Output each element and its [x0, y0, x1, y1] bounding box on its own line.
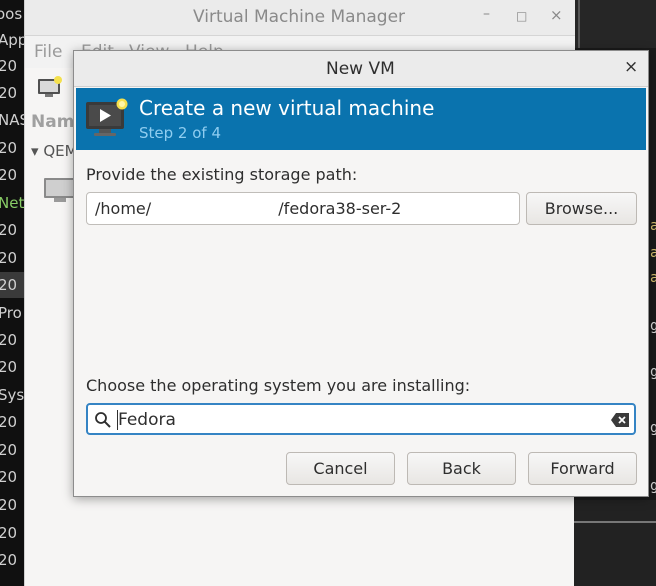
background-text-line: 20 — [0, 139, 18, 157]
background-text-line: 20 — [0, 468, 18, 486]
os-search-input[interactable]: Fedora — [86, 403, 636, 435]
background-text-line: oos — [0, 5, 23, 23]
connection-qemu[interactable]: ▾ QEM — [31, 142, 78, 160]
background-text-fragment: a — [650, 218, 656, 234]
background-text-line: 20 — [0, 496, 18, 514]
cancel-button[interactable]: Cancel — [286, 452, 395, 485]
banner-step: Step 2 of 4 — [139, 124, 222, 142]
background-right-footer — [574, 500, 656, 586]
vmm-title: Virtual Machine Manager — [193, 7, 406, 27]
background-text-line: Pro — [0, 304, 22, 322]
menu-file[interactable]: File — [34, 42, 62, 62]
background-text-line: 20 — [0, 249, 18, 267]
vmm-maximize-button[interactable]: □ — [516, 9, 527, 23]
new-vm-icon[interactable] — [37, 76, 63, 98]
background-text-line: 20 — [0, 524, 18, 542]
background-text-line: 20 — [0, 331, 18, 349]
background-text-line: App — [0, 31, 24, 49]
os-label: Choose the operating system you are inst… — [86, 376, 471, 395]
background-divider — [578, 0, 580, 48]
banner-title: Create a new virtual machine — [139, 96, 435, 120]
forward-button[interactable]: Forward — [528, 452, 637, 485]
vmm-titlebar: Virtual Machine Manager – □ × — [25, 0, 575, 36]
dialog-close-button[interactable]: × — [624, 57, 638, 77]
new-vm-dialog: New VM × Create a new virtual machine St… — [73, 50, 649, 497]
clear-icon[interactable] — [610, 412, 630, 428]
background-right-header — [574, 0, 656, 48]
background-text-line: 20 — [0, 84, 18, 102]
background-text-line: 20 — [0, 551, 18, 569]
background-text-line: 20 — [0, 57, 18, 75]
wizard-banner: Create a new virtual machine Step 2 of 4 — [76, 88, 646, 150]
vm-monitor-icon[interactable] — [43, 176, 77, 204]
storage-path-label: Provide the existing storage path: — [86, 165, 358, 184]
storage-path-input[interactable]: /home/ /fedora38-ser-2 — [86, 192, 520, 225]
search-icon — [95, 412, 111, 428]
background-text-line: 20 — [0, 441, 18, 459]
back-button[interactable]: Back — [407, 452, 516, 485]
background-text-line: Sys — [0, 386, 24, 404]
background-left-window: oos App 20 20 NAS 20 20 Net 20 20 20 Pro 20 20 Sys 20 20… — [0, 0, 24, 586]
background-text-line: Net — [0, 194, 24, 212]
background-text-fragment: a — [650, 245, 656, 261]
vmm-close-button[interactable]: × — [550, 6, 563, 24]
background-text-fragment: a — [650, 270, 656, 286]
dialog-titlebar: New VM × — [74, 51, 648, 87]
background-text-line: 20 — [0, 166, 18, 184]
vmm-minimize-button[interactable]: – — [483, 6, 490, 22]
background-text-line: 20 — [0, 413, 18, 431]
background-text-fragment: g — [650, 478, 656, 494]
browse-button[interactable]: Browse... — [526, 192, 637, 225]
background-text-line: NAS — [0, 111, 24, 129]
background-text-line: 20 — [0, 276, 18, 294]
background-rule — [574, 521, 656, 523]
background-text-fragment: g — [650, 364, 656, 380]
os-search-value: Fedora — [118, 410, 176, 430]
dialog-title: New VM — [326, 59, 395, 79]
background-text-fragment: g — [650, 420, 656, 436]
background-text-fragment: g — [650, 318, 656, 334]
background-text-line: 20 — [0, 358, 18, 376]
background-text-line: 20 — [0, 221, 18, 239]
new-vm-monitor-icon — [86, 98, 128, 136]
